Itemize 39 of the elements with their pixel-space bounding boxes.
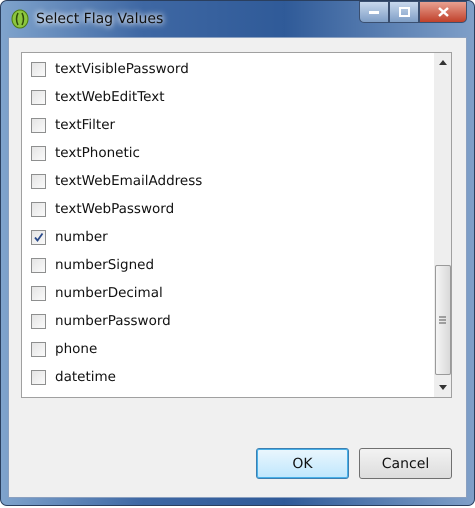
checkbox[interactable] (31, 146, 46, 160)
close-icon (438, 7, 448, 17)
checkbox[interactable] (31, 62, 46, 76)
minimize-button[interactable] (359, 1, 389, 23)
scroll-up-icon[interactable] (438, 59, 446, 65)
checkbox[interactable] (31, 370, 46, 384)
flag-label: phone (55, 341, 98, 357)
flag-label: textPhonetic (55, 145, 140, 161)
flag-label: textWebEmailAddress (55, 173, 202, 189)
checkbox[interactable] (31, 342, 46, 356)
maximize-button[interactable] (389, 1, 419, 23)
checkbox[interactable] (31, 118, 46, 132)
cancel-button[interactable]: Cancel (359, 448, 452, 479)
minimize-icon (369, 10, 379, 14)
checkbox[interactable] (31, 314, 46, 328)
flag-label: number (55, 229, 108, 245)
flag-label: textVisiblePassword (55, 61, 189, 77)
flag-label: datetime (55, 369, 116, 385)
flag-label: numberSigned (55, 257, 154, 273)
flag-label: numberDecimal (55, 285, 163, 301)
checkbox[interactable] (31, 202, 46, 216)
checkbox[interactable] (31, 90, 46, 104)
scrollbar[interactable] (434, 53, 451, 397)
window-title: Select Flag Values (36, 11, 164, 27)
ok-button[interactable]: OK (256, 448, 349, 479)
flag-label: textWebEditText (55, 89, 165, 105)
close-button[interactable] (419, 1, 467, 23)
flag-label: numberPassword (55, 313, 171, 329)
app-icon (10, 9, 30, 29)
flag-label: textFilter (55, 117, 116, 133)
grip-icon (439, 316, 446, 324)
checkbox[interactable] (31, 258, 46, 272)
checkbox[interactable] (31, 230, 46, 244)
flag-label: textWebPassword (55, 201, 174, 217)
checkbox[interactable] (31, 286, 46, 300)
checkbox[interactable] (31, 174, 46, 188)
maximize-icon (398, 7, 410, 17)
scroll-thumb[interactable] (434, 265, 450, 375)
scroll-down-icon[interactable] (438, 385, 446, 391)
